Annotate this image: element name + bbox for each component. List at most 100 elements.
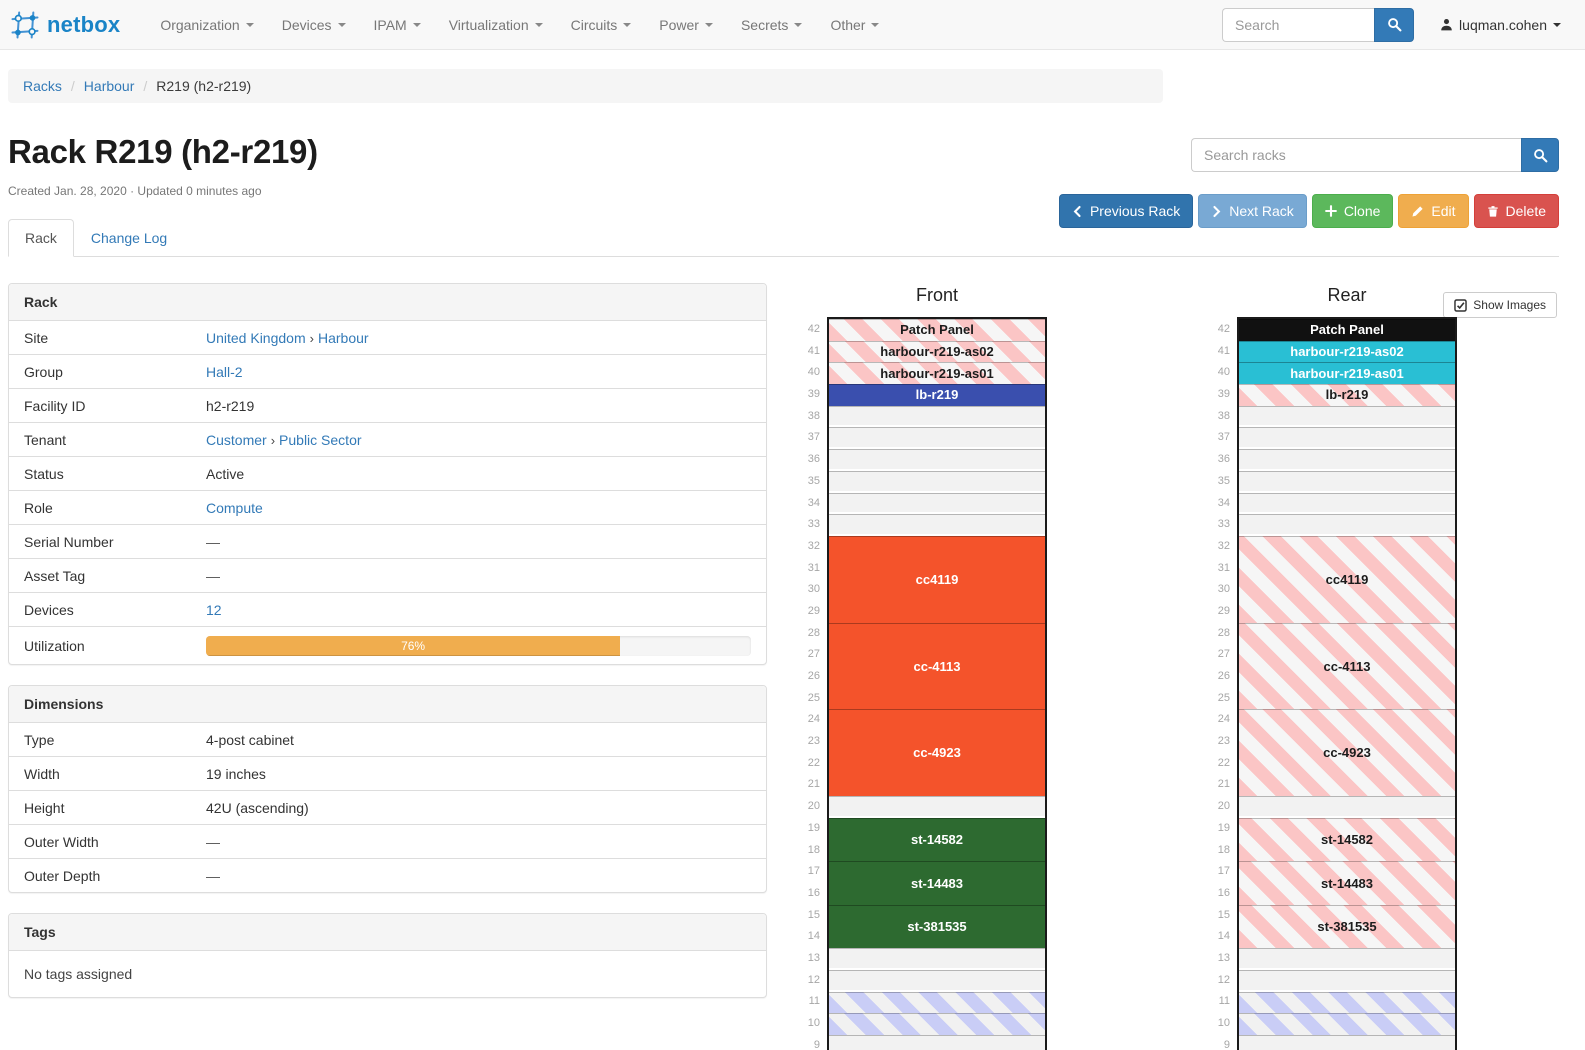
previous-rack-button[interactable]: Previous Rack — [1059, 194, 1193, 228]
clone-button[interactable]: Clone — [1312, 194, 1394, 228]
rack-slot-empty — [829, 1035, 1045, 1050]
rack-slot-st-14483[interactable]: st-14483 — [829, 861, 1045, 904]
nav-menu-virtualization[interactable]: Virtualization — [435, 0, 557, 50]
unit-number: 26 — [1200, 666, 1230, 688]
chevron-down-icon — [535, 23, 543, 27]
value-link-united-kingdom[interactable]: United Kingdom — [206, 330, 306, 346]
attr-label: Site — [9, 321, 206, 354]
rack-slot-cc-4113[interactable]: cc-4113 — [829, 623, 1045, 710]
unit-number: 28 — [790, 623, 820, 645]
value-link-12[interactable]: 12 — [206, 602, 222, 618]
nav-menu-ipam[interactable]: IPAM — [360, 0, 435, 50]
value-link-customer[interactable]: Customer — [206, 432, 267, 448]
rack-slot-cc4119[interactable]: cc4119 — [829, 536, 1045, 623]
rack-slot-empty — [829, 449, 1045, 471]
navbar-search-input[interactable] — [1222, 8, 1374, 42]
attr-row-status: StatusActive — [9, 456, 766, 490]
unit-number: 16 — [790, 883, 820, 905]
rack-slot-empty — [1239, 948, 1455, 970]
next-rack-button[interactable]: Next Rack — [1198, 194, 1307, 228]
chevron-down-icon — [623, 23, 631, 27]
rack-slot-lb-r219[interactable]: lb-r219 — [829, 384, 1045, 406]
unit-number: 23 — [790, 731, 820, 753]
rack-slot-st-381535[interactable]: st-381535 — [829, 905, 1045, 948]
edit-button[interactable]: Edit — [1398, 194, 1468, 228]
breadcrumb-link-harbour[interactable]: Harbour — [84, 78, 135, 94]
unit-number: 42 — [790, 319, 820, 341]
rack-slot-cc4119[interactable]: cc4119 — [1239, 536, 1455, 623]
unit-number: 17 — [1200, 861, 1230, 883]
value-link-public-sector[interactable]: Public Sector — [279, 432, 361, 448]
rack-slot-cc-4113[interactable]: cc-4113 — [1239, 623, 1455, 710]
value-link-compute[interactable]: Compute — [206, 500, 263, 516]
rack-slot-harbour-r219-as02[interactable]: harbour-r219-as02 — [1239, 341, 1455, 363]
front-elevation: Front 4241403938373635343332313029282726… — [790, 285, 1047, 1050]
rack-slot-reserved — [829, 1013, 1045, 1035]
page-content: Racks/Harbour/R219 (h2-r219) Previous Ra… — [0, 69, 1585, 998]
unit-number: 33 — [1200, 514, 1230, 536]
rack-slot-st-14582[interactable]: st-14582 — [829, 818, 1045, 861]
unit-number: 41 — [790, 341, 820, 363]
delete-button[interactable]: Delete — [1474, 194, 1559, 228]
unit-number: 21 — [790, 774, 820, 796]
nav-menu-organization[interactable]: Organization — [146, 0, 267, 50]
chevron-down-icon — [338, 23, 346, 27]
netbox-logo-icon — [10, 10, 40, 40]
unit-number: 29 — [790, 601, 820, 623]
breadcrumb-link-racks[interactable]: Racks — [23, 78, 62, 94]
value-link-harbour[interactable]: Harbour — [318, 330, 369, 346]
unit-number: 13 — [1200, 948, 1230, 970]
unit-number: 12 — [790, 970, 820, 992]
unit-number: 13 — [790, 948, 820, 970]
rack-slot-harbour-r219-as01[interactable]: harbour-r219-as01 — [829, 362, 1045, 384]
dimensions-panel: Dimensions Type4-post cabinetWidth19 inc… — [8, 685, 767, 893]
rack-search-button[interactable] — [1521, 138, 1559, 172]
netbox-brand[interactable]: netbox — [10, 10, 120, 40]
unit-number: 27 — [1200, 644, 1230, 666]
chevron-down-icon — [413, 23, 421, 27]
attr-row-facility-id: Facility IDh2-r219 — [9, 388, 766, 422]
tab-change-log[interactable]: Change Log — [74, 219, 184, 257]
unit-number: 38 — [1200, 406, 1230, 428]
rack-slot-reserved — [829, 992, 1045, 1014]
nav-menu-circuits[interactable]: Circuits — [557, 0, 646, 50]
attr-row-height: Height42U (ascending) — [9, 790, 766, 824]
rack-slot-cc-4923[interactable]: cc-4923 — [1239, 709, 1455, 796]
unit-number: 21 — [1200, 774, 1230, 796]
attr-row-group: GroupHall-2 — [9, 354, 766, 388]
utilization-progress-bar: 76% — [206, 636, 620, 656]
tags-panel: Tags No tags assigned — [8, 913, 767, 998]
main-area: Rack SiteUnited Kingdom›HarbourGroupHall… — [8, 283, 1559, 998]
unit-number: 15 — [1200, 905, 1230, 927]
rack-slot-st-14483[interactable]: st-14483 — [1239, 861, 1455, 904]
nav-menu-devices[interactable]: Devices — [268, 0, 360, 50]
tab-rack[interactable]: Rack — [8, 219, 74, 257]
rack-slot-harbour-r219-as02[interactable]: harbour-r219-as02 — [829, 341, 1045, 363]
unit-number: 36 — [790, 449, 820, 471]
rack-slot-empty — [829, 471, 1045, 493]
navbar-search-button[interactable] — [1374, 8, 1414, 42]
rack-slot-harbour-r219-as01[interactable]: harbour-r219-as01 — [1239, 362, 1455, 384]
nav-menu-other[interactable]: Other — [816, 0, 893, 50]
chevron-down-icon — [246, 23, 254, 27]
rack-slot-lb-r219[interactable]: lb-r219 — [1239, 384, 1455, 406]
nav-menu-secrets[interactable]: Secrets — [727, 0, 816, 50]
breadcrumb-current-r219-h2-r219-: R219 (h2-r219) — [156, 78, 251, 94]
rack-slot-patch-panel[interactable]: Patch Panel — [1239, 319, 1455, 341]
rack-panel-body: SiteUnited Kingdom›HarbourGroupHall-2Fac… — [9, 321, 766, 664]
unit-number: 39 — [1200, 384, 1230, 406]
trash-icon — [1487, 205, 1499, 218]
unit-number: 36 — [1200, 449, 1230, 471]
nav-menu-power[interactable]: Power — [645, 0, 727, 50]
rack-slot-patch-panel[interactable]: Patch Panel — [829, 319, 1045, 341]
rack-slot-empty — [1239, 493, 1455, 515]
attr-value: 12 — [206, 593, 766, 626]
rack-slot-empty — [1239, 1035, 1455, 1050]
rack-slot-cc-4923[interactable]: cc-4923 — [829, 709, 1045, 796]
rack-slot-empty — [829, 796, 1045, 818]
rack-slot-st-14582[interactable]: st-14582 — [1239, 818, 1455, 861]
value-link-hall-2[interactable]: Hall-2 — [206, 364, 243, 380]
user-menu[interactable]: luqman.cohen — [1440, 17, 1561, 33]
rack-search-input[interactable] — [1191, 138, 1521, 172]
rack-slot-st-381535[interactable]: st-381535 — [1239, 905, 1455, 948]
